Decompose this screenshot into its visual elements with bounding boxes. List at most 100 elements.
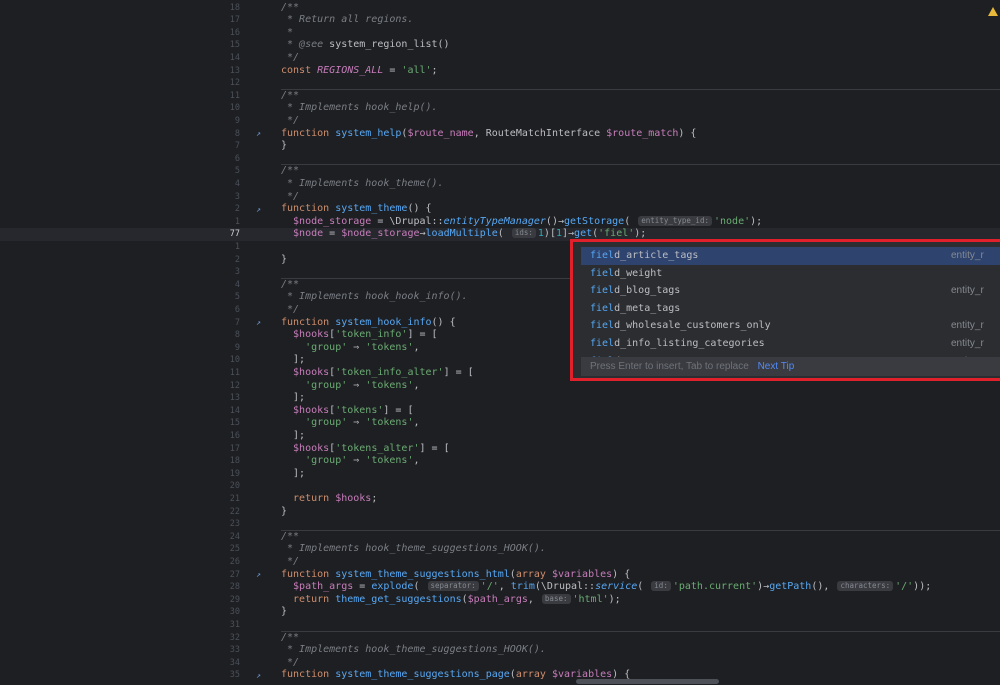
implements-hook-icon[interactable]: ↗	[254, 671, 263, 680]
completion-type: entity_r	[951, 320, 984, 332]
code-token: ] = [	[443, 366, 474, 378]
code-line[interactable]: * Implements hook_theme_suggestions_HOOK…	[281, 644, 546, 657]
code-line[interactable]: $node_storage = \Drupal::entityTypeManag…	[281, 215, 762, 229]
code-token: ];	[281, 392, 306, 404]
completion-item[interactable]: field_article_tags entity_r	[581, 247, 1000, 265]
code-line[interactable]: * Implements hook_theme().	[281, 178, 444, 191]
next-tip-link[interactable]: Next Tip	[758, 361, 795, 372]
code-line[interactable]: ];	[281, 430, 305, 443]
code-token: );	[634, 228, 647, 240]
line-number: 24	[229, 531, 240, 542]
code-line[interactable]: * Implements hook_theme_suggestions_HOOK…	[281, 543, 546, 556]
code-line[interactable]: }	[281, 606, 287, 619]
code-line[interactable]: */	[281, 52, 299, 65]
completion-item[interactable]: field_info_listing_categories entity_r	[581, 335, 1000, 353]
line-number: 9	[234, 115, 240, 126]
code-line[interactable]: * Implements hook_help().	[281, 102, 438, 115]
code-token: 'html'	[572, 593, 609, 605]
code-line[interactable]: 'group' ⇒ 'tokens',	[281, 342, 419, 355]
code-token: ⇒	[347, 455, 366, 467]
code-line[interactable]: /**	[281, 279, 299, 292]
code-token: system_help	[335, 127, 402, 139]
code-token: =	[383, 64, 402, 76]
code-line[interactable]: */	[281, 191, 299, 204]
code-line[interactable]: /**	[281, 632, 299, 645]
line-number: 22	[229, 506, 240, 517]
line-number: 4	[234, 178, 240, 189]
code-token: */	[281, 303, 300, 315]
code-line[interactable]: * Implements hook_hook_info().	[281, 291, 468, 304]
code-line[interactable]: $hooks['tokens'] = [	[281, 405, 413, 418]
line-number: 12	[229, 380, 240, 391]
implements-hook-icon[interactable]: ↗	[254, 570, 263, 579]
line-number: 6	[234, 153, 240, 164]
code-line[interactable]: */	[281, 657, 299, 670]
line-number: 3	[234, 267, 240, 278]
code-token: () {	[431, 316, 456, 328]
code-token: () {	[407, 203, 432, 215]
code-line[interactable]: function system_hook_info() {	[281, 317, 456, 330]
code-line[interactable]: ];	[281, 468, 305, 481]
code-line[interactable]: }	[281, 254, 287, 267]
code-line[interactable]: $hooks['tokens_alter'] = [	[281, 443, 450, 456]
implements-hook-icon[interactable]: ↗	[254, 318, 263, 327]
code-line[interactable]: 'group' ⇒ 'tokens',	[281, 455, 419, 468]
code-line[interactable]: return $hooks;	[281, 493, 377, 506]
completion-type: entity_r	[951, 250, 984, 261]
line-number: 5	[234, 166, 240, 177]
code-token: =	[353, 581, 372, 593]
code-line[interactable]: }	[281, 140, 287, 153]
warning-icon[interactable]	[988, 7, 998, 16]
completion-item[interactable]: field_wholesale_customers_only entity_r	[581, 317, 1000, 335]
code-line[interactable]: * Return all regions.	[281, 14, 413, 27]
code-line[interactable]: * @see system_region_list()	[281, 39, 450, 52]
code-line[interactable]: ];	[281, 392, 305, 405]
code-token: }	[281, 253, 288, 265]
code-token: $path_args	[281, 581, 354, 593]
completion-item[interactable]: field_meta_tags	[581, 300, 1000, 318]
code-token: /**	[281, 530, 300, 542]
completion-item[interactable]: field_weight	[581, 265, 1000, 283]
code-line[interactable]: }	[281, 506, 287, 519]
code-line[interactable]: ];	[281, 354, 305, 367]
code-token: 'token_info'	[335, 329, 408, 341]
code-line[interactable]: */	[281, 556, 299, 569]
code-line[interactable]: 'group' ⇒ 'tokens',	[281, 380, 419, 393]
completion-popup[interactable]: field_article_tags entity_r field_weight fi…	[570, 239, 1000, 381]
line-number: 2	[234, 204, 240, 215]
code-line[interactable]: */	[281, 304, 299, 317]
code-line[interactable]: /**	[281, 531, 299, 544]
code-token: trim	[510, 581, 535, 593]
code-token: )[	[543, 228, 556, 240]
code-line[interactable]: *	[281, 27, 293, 40]
code-token: ]→	[562, 228, 575, 240]
horizontal-scrollbar[interactable]	[576, 679, 719, 684]
code-token: $route_match	[606, 127, 679, 139]
line-number: 5	[234, 292, 240, 303]
code-line[interactable]: return theme_get_suggestions($path_args,…	[281, 593, 621, 607]
code-token: * Implements hook_theme().	[281, 177, 444, 189]
completion-item[interactable]: field_blog_tags entity_r	[581, 282, 1000, 300]
code-line[interactable]: function system_theme_suggestions_html(a…	[281, 569, 630, 582]
code-token: /**	[281, 89, 300, 101]
code-line[interactable]: $path_args = explode( separator: '/', tri…	[281, 581, 931, 594]
code-line[interactable]: const REGIONS_ALL = 'all';	[281, 65, 438, 78]
implements-hook-icon[interactable]: ↗	[254, 205, 263, 214]
code-line[interactable]: function system_theme() {	[281, 203, 432, 216]
method-separator	[281, 529, 1000, 531]
code-line[interactable]: $hooks['token_info_alter'] = [	[281, 367, 474, 380]
code-token: */	[281, 555, 300, 567]
completion-list[interactable]: field_article_tags entity_r field_weight fi…	[581, 247, 1000, 363]
code-line[interactable]: function system_help($route_name, RouteM…	[281, 128, 696, 141]
code-line[interactable]: /**	[281, 165, 299, 178]
code-line[interactable]: 'group' ⇒ 'tokens',	[281, 417, 419, 430]
code-line[interactable]: /**	[281, 90, 299, 103]
parameter-hint: id:	[651, 581, 671, 592]
code-line[interactable]: /**	[281, 2, 299, 15]
line-number: 10	[229, 355, 240, 366]
code-line[interactable]: */	[281, 115, 299, 128]
implements-hook-icon[interactable]: ↗	[254, 129, 263, 138]
code-line[interactable]: $hooks['token_info'] = [	[281, 329, 438, 342]
code-token: entityTypeManager	[443, 215, 546, 227]
